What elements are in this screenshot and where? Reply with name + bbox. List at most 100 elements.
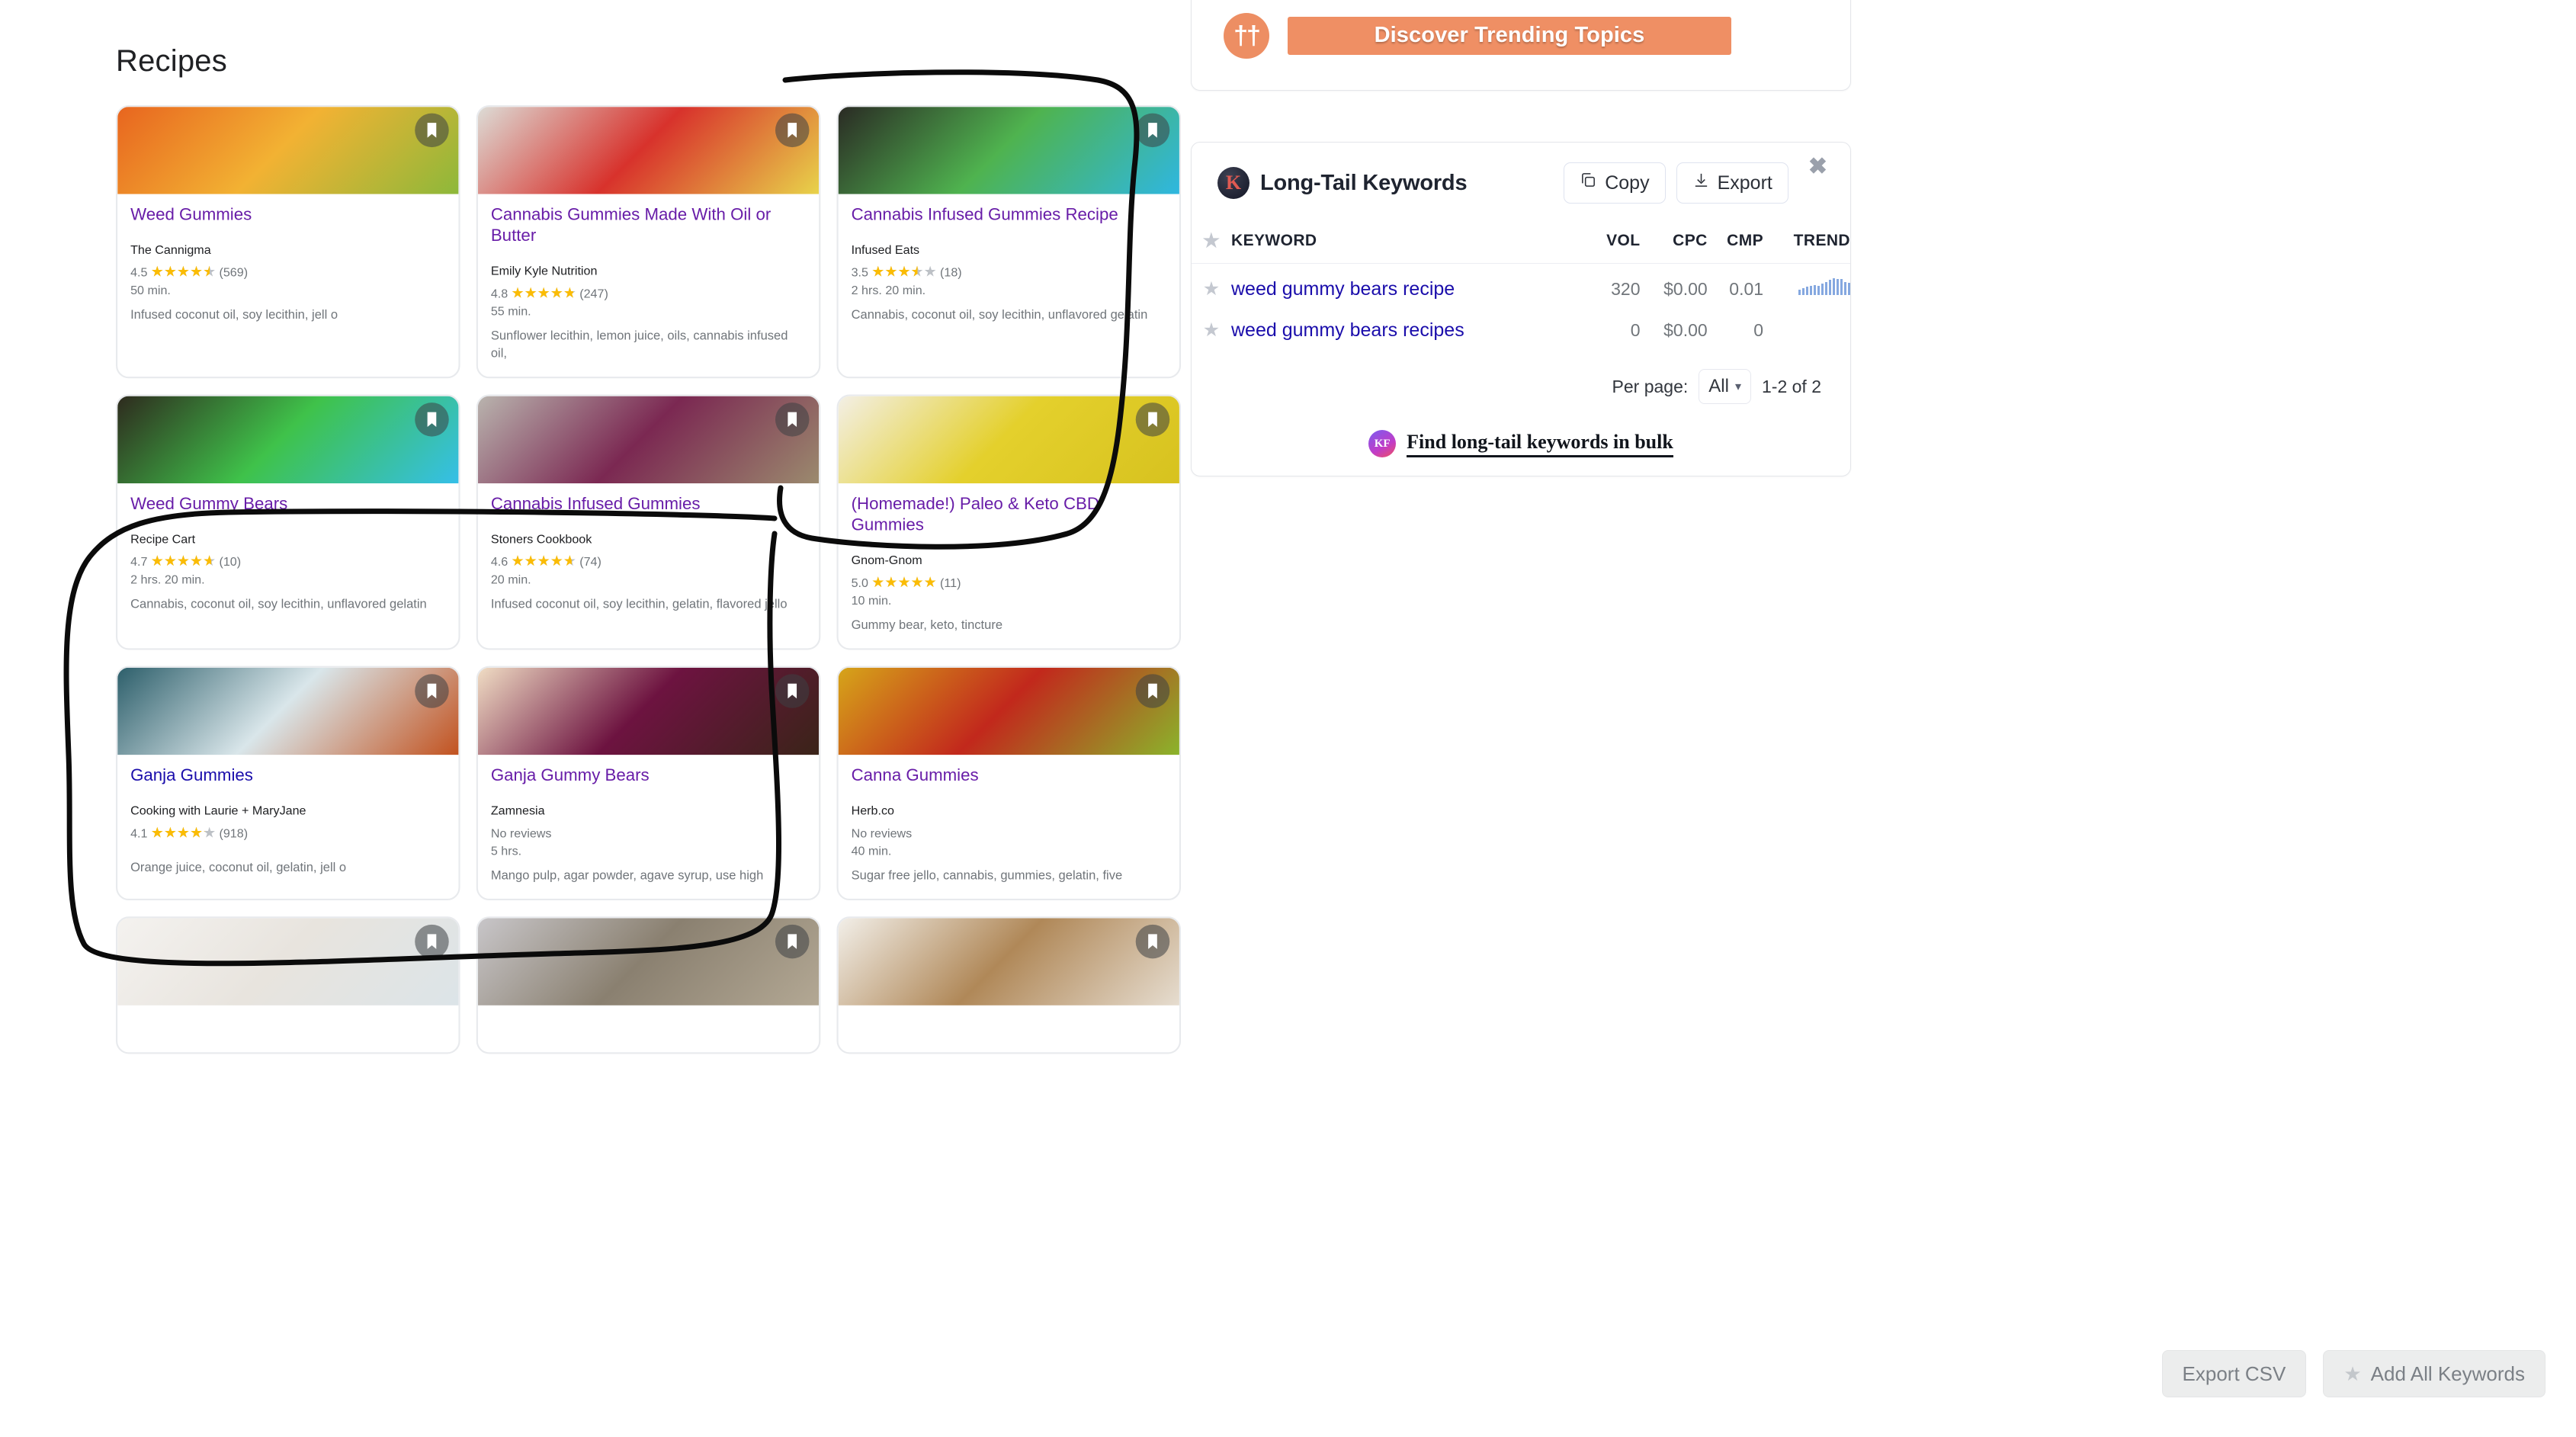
keyword-cpc-value: $0.00 bbox=[1663, 278, 1708, 299]
recipe-source: Stoners Cookbook bbox=[490, 531, 592, 547]
recipe-ingredients: Sunflower lecithin, lemon juice, oils, c… bbox=[490, 328, 788, 361]
star-icon: ★ bbox=[2343, 1362, 2362, 1385]
recipe-time: 50 min. bbox=[130, 283, 171, 298]
bulk-promo-row: KF Find long-tail keywords in bulk bbox=[1192, 430, 1850, 457]
recipe-card[interactable]: Canna Gummies Herb.co No reviews 40 min. Sug… bbox=[836, 666, 1182, 901]
rating-count: (18) bbox=[940, 265, 962, 280]
rating-score: 4.5 bbox=[130, 265, 148, 280]
recipe-title-link[interactable]: Canna Gummies bbox=[852, 766, 1166, 787]
header-vol: VOL bbox=[1588, 229, 1641, 264]
bookmark-icon[interactable] bbox=[1135, 674, 1170, 708]
recipe-image bbox=[838, 107, 1179, 194]
copy-button[interactable]: Copy bbox=[1564, 162, 1666, 204]
keywords-everywhere-logo: K bbox=[1217, 167, 1250, 199]
recipe-title-link[interactable]: Ganja Gummies bbox=[130, 766, 445, 787]
recipe-card-body bbox=[478, 1006, 819, 1052]
export-button[interactable]: Export bbox=[1676, 162, 1788, 204]
bookmark-icon[interactable] bbox=[415, 403, 449, 437]
rating-score: 4.6 bbox=[490, 554, 508, 569]
keyword-trend-sparkline bbox=[1763, 264, 1850, 306]
recipe-card[interactable]: Cannabis Infused Gummies Stoners Cookbook… bbox=[476, 394, 821, 650]
keyword-cmp-value: 0.01 bbox=[1729, 278, 1764, 299]
recipe-card[interactable] bbox=[476, 916, 821, 1054]
rating-score: 5.0 bbox=[851, 575, 868, 590]
recipe-card[interactable] bbox=[116, 916, 460, 1054]
bottom-action-bar: Export CSV ★ Add All Keywords bbox=[2161, 1350, 2546, 1397]
bookmark-icon[interactable] bbox=[415, 674, 449, 708]
header-cmp: CMP bbox=[1707, 229, 1764, 264]
find-bulk-keywords-link[interactable]: Find long-tail keywords in bulk bbox=[1407, 431, 1673, 457]
recipe-card[interactable]: Weed Gummies The Cannigma 4.5★★★★★★★★★★(56… bbox=[116, 105, 460, 379]
favorite-star-icon[interactable]: ★ bbox=[1192, 264, 1231, 306]
keywords-everywhere-bulk-logo: KF bbox=[1368, 430, 1397, 457]
recipe-title-link[interactable]: Ganja Gummy Bears bbox=[491, 766, 806, 787]
keyword-link[interactable]: weed gummy bears recipes bbox=[1231, 319, 1464, 341]
bookmark-icon[interactable] bbox=[415, 924, 449, 959]
recipe-ingredients: Cannabis, coconut oil, soy lecithin, unf… bbox=[851, 307, 1148, 322]
keywords-table: ★ KEYWORD VOL CPC CMP TREND ★ weed gummy … bbox=[1192, 229, 1850, 346]
bookmark-icon[interactable] bbox=[1135, 403, 1170, 437]
recipe-ingredients: Infused coconut oil, soy lecithin, jell … bbox=[130, 307, 338, 322]
recipe-card-body bbox=[117, 1006, 458, 1052]
favorite-star-icon[interactable]: ★ bbox=[1192, 305, 1231, 346]
add-all-keywords-label: Add All Keywords bbox=[2370, 1362, 2525, 1385]
bulk-logo-letter: KF bbox=[1374, 437, 1391, 450]
recipe-title-link[interactable]: Weed Gummies bbox=[130, 205, 445, 226]
keyword-trend-sparkline bbox=[1763, 305, 1850, 346]
recipe-card-body: Canna Gummies Herb.co No reviews 40 min. Sug… bbox=[839, 755, 1179, 899]
per-page-select[interactable]: All ▾ bbox=[1699, 369, 1751, 404]
bookmark-icon[interactable] bbox=[775, 113, 810, 148]
bookmark-icon[interactable] bbox=[1135, 924, 1170, 959]
recipe-title-link[interactable]: Weed Gummy Bears bbox=[130, 495, 445, 516]
recipe-card[interactable]: Weed Gummy Bears Recipe Cart 4.7 ★★★★★ ★★★★★… bbox=[116, 394, 460, 650]
bookmark-icon[interactable] bbox=[1135, 113, 1170, 148]
rating-count: (569) bbox=[219, 265, 249, 280]
recipe-rating: 4.6 ★★★★★ ★★★★★ (74) bbox=[491, 553, 806, 570]
keyword-vol-value: 0 bbox=[1630, 319, 1641, 340]
discover-trending-topics-button[interactable]: Discover Trending Topics bbox=[1288, 16, 1731, 55]
add-all-keywords-button[interactable]: ★ Add All Keywords bbox=[2323, 1350, 2546, 1397]
rating-stars-icon: ★★★★★★★★★★ bbox=[150, 824, 217, 841]
recipe-card-body: Cannabis Gummies Made With Oil or Butter… bbox=[478, 194, 819, 377]
copy-label: Copy bbox=[1605, 172, 1650, 194]
recipe-card[interactable]: Ganja Gummy Bears Zamnesia No reviews 5 hrs… bbox=[476, 666, 821, 901]
recipe-card-body: Ganja Gummies Cooking with Laurie + MaryJ… bbox=[117, 755, 458, 890]
recipe-card[interactable]: Cannabis Infused Gummies Recipe Infused E… bbox=[836, 105, 1182, 379]
bookmark-icon[interactable] bbox=[775, 924, 810, 959]
rating-stars-icon: ★★★★★★★★★★ bbox=[871, 573, 937, 590]
close-icon[interactable]: ✖ bbox=[1808, 153, 1827, 180]
table-row: ★ weed gummy bears recipes 0 $0.00 0 bbox=[1192, 305, 1850, 346]
recipe-title-link[interactable]: (Homemade!) Paleo & Keto CBD Gummies bbox=[852, 495, 1166, 537]
rating-score: 4.8 bbox=[490, 286, 508, 301]
bookmark-icon[interactable] bbox=[775, 403, 810, 437]
bookmark-icon[interactable] bbox=[415, 113, 449, 148]
copy-icon bbox=[1580, 172, 1597, 194]
export-csv-label: Export CSV bbox=[2182, 1362, 2286, 1385]
export-csv-button[interactable]: Export CSV bbox=[2161, 1350, 2307, 1397]
recipe-image bbox=[117, 396, 459, 484]
rating-score: 3.5 bbox=[851, 265, 868, 280]
recipe-card[interactable] bbox=[836, 916, 1182, 1054]
recipe-rating: 4.1★★★★★★★★★★(918) bbox=[130, 824, 445, 842]
recipe-time: 20 min. bbox=[490, 572, 531, 587]
trending-topics-icon: †† bbox=[1224, 12, 1269, 59]
recipe-card[interactable]: Ganja Gummies Cooking with Laurie + MaryJ… bbox=[116, 666, 460, 901]
rating-count: (11) bbox=[940, 575, 961, 590]
recipe-card[interactable]: Cannabis Gummies Made With Oil or Butter… bbox=[476, 105, 821, 379]
recipe-time: 5 hrs. bbox=[490, 843, 522, 858]
rating-count: No reviews bbox=[851, 826, 913, 841]
header-cpc: CPC bbox=[1640, 229, 1708, 264]
recipe-source: Recipe Cart bbox=[130, 531, 196, 547]
panel-title: Long-Tail Keywords bbox=[1260, 170, 1468, 195]
bookmark-icon[interactable] bbox=[775, 674, 810, 708]
recipe-card[interactable]: (Homemade!) Paleo & Keto CBD Gummies Gnom… bbox=[836, 394, 1182, 650]
recipe-title-link[interactable]: Cannabis Infused Gummies Recipe bbox=[852, 205, 1166, 226]
recipe-title-link[interactable]: Cannabis Infused Gummies bbox=[491, 495, 806, 516]
recipe-time: 40 min. bbox=[851, 843, 892, 858]
recipe-title-link[interactable]: Cannabis Gummies Made With Oil or Butter bbox=[491, 205, 806, 247]
keyword-link[interactable]: weed gummy bears recipe bbox=[1231, 278, 1455, 300]
keyword-vol-value: 320 bbox=[1611, 278, 1641, 299]
recipe-image bbox=[117, 667, 459, 755]
recipe-rating: 4.7 ★★★★★ ★★★★★ (10) bbox=[130, 553, 445, 570]
recipe-source: Infused Eats bbox=[851, 242, 920, 258]
